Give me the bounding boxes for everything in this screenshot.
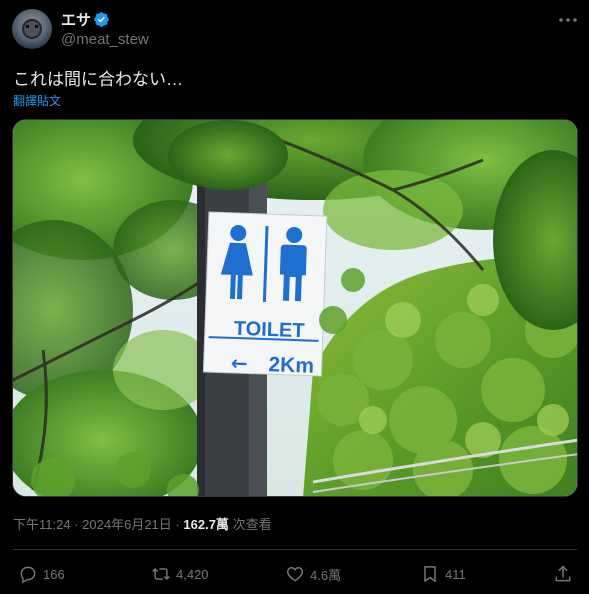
- heart-icon: [286, 566, 304, 582]
- repost-icon: [152, 567, 170, 581]
- views-label: 次查看: [232, 517, 272, 532]
- verified-badge-icon: [94, 12, 109, 27]
- post-photo[interactable]: TOILET ← 2Km: [12, 119, 578, 497]
- sign-arrow: ←: [230, 351, 248, 376]
- like-button[interactable]: 4.6萬: [285, 562, 341, 586]
- action-bar: 166 4,420 4.6萬 411: [0, 562, 589, 586]
- repost-button[interactable]: 4,420: [151, 562, 209, 586]
- avatar[interactable]: [12, 9, 52, 49]
- meta-separator-2: ·: [175, 517, 180, 532]
- post-time[interactable]: 下午11:24: [13, 517, 71, 532]
- author-display-name[interactable]: エサ: [61, 9, 91, 30]
- post-text: これは間に合わない…: [13, 70, 183, 89]
- avatar-eyes: [26, 25, 38, 28]
- sign-toilet-text: TOILET: [233, 318, 304, 342]
- photo-illustration: TOILET ← 2Km: [13, 120, 577, 496]
- post-metadata: 下午11:24 · 2024年6月21日 · 162.7萬 次查看: [13, 514, 272, 533]
- views-count: 162.7萬: [183, 517, 229, 532]
- sign-distance-text: 2Km: [268, 353, 314, 378]
- bookmark-count: 411: [445, 566, 466, 582]
- translate-post-link[interactable]: 翻譯貼文: [13, 92, 61, 109]
- reply-count: 166: [43, 566, 65, 582]
- more-options-icon[interactable]: [556, 12, 580, 28]
- share-icon: [555, 565, 571, 582]
- reply-icon: [20, 566, 36, 584]
- repost-count: 4,420: [176, 566, 209, 582]
- post-date[interactable]: 2024年6月21日: [82, 517, 172, 532]
- post-card: エサ @meat_stew これは間に合わない… 翻譯貼文 TOILET ← 2…: [0, 0, 589, 594]
- like-count: 4.6萬: [310, 567, 342, 583]
- share-button[interactable]: [553, 562, 578, 586]
- avatar-face: [22, 19, 42, 39]
- divider: [13, 549, 577, 550]
- bookmark-button[interactable]: 411: [420, 562, 466, 586]
- author-handle[interactable]: @meat_stew: [61, 31, 149, 48]
- reply-button[interactable]: 166: [18, 562, 65, 586]
- bookmark-icon: [424, 566, 436, 583]
- meta-separator: ·: [74, 517, 79, 532]
